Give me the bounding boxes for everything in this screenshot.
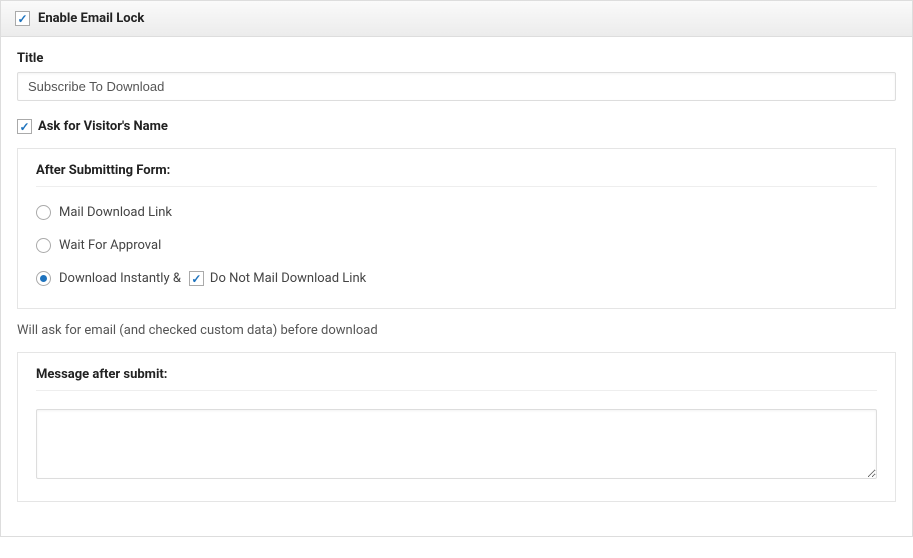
do-not-mail-label: Do Not Mail Download Link — [210, 271, 366, 286]
radio-label-prefix: Download Instantly & — [59, 271, 181, 286]
message-after-title: Message after submit: — [36, 367, 877, 391]
ask-name-label: Ask for Visitor's Name — [38, 119, 168, 134]
title-input[interactable] — [17, 72, 896, 101]
help-text: Will ask for email (and checked custom d… — [17, 323, 896, 338]
radio-mail-download-link[interactable]: Mail Download Link — [36, 205, 877, 220]
ask-name-row: Ask for Visitor's Name — [17, 119, 168, 134]
email-lock-panel: Enable Email Lock Title Ask for Visitor'… — [0, 0, 913, 537]
radio-mail-download-link-input[interactable] — [36, 205, 51, 220]
ask-name-checkbox[interactable] — [17, 119, 32, 134]
radio-download-instantly-input[interactable] — [36, 271, 51, 286]
do-not-mail-wrapper: Do Not Mail Download Link — [189, 271, 366, 286]
after-submit-fieldset: After Submitting Form: Mail Download Lin… — [17, 148, 896, 309]
enable-email-lock-checkbox[interactable] — [15, 11, 30, 26]
title-label: Title — [17, 51, 896, 66]
radio-wait-for-approval[interactable]: Wait For Approval — [36, 238, 877, 253]
radio-wait-for-approval-input[interactable] — [36, 238, 51, 253]
message-after-textarea[interactable] — [36, 409, 877, 479]
message-after-fieldset: Message after submit: — [17, 352, 896, 502]
radio-download-instantly[interactable]: Download Instantly & Do Not Mail Downloa… — [36, 271, 877, 286]
radio-label: Wait For Approval — [59, 238, 161, 253]
panel-body: Title Ask for Visitor's Name After Submi… — [1, 37, 912, 536]
enable-email-lock-label: Enable Email Lock — [38, 11, 144, 26]
panel-header: Enable Email Lock — [1, 1, 912, 37]
after-submit-title: After Submitting Form: — [36, 163, 877, 187]
radio-label: Mail Download Link — [59, 205, 172, 220]
do-not-mail-checkbox[interactable] — [189, 271, 204, 286]
